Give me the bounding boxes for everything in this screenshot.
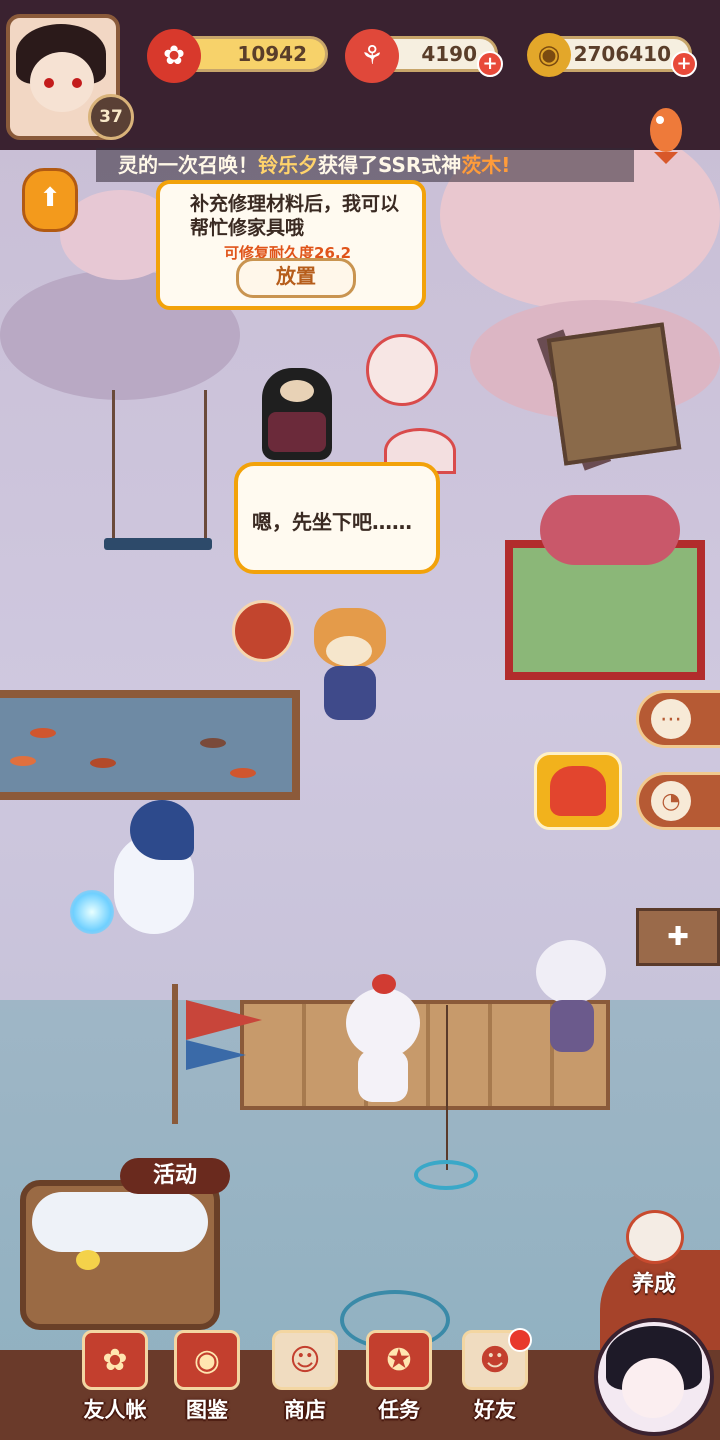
coin-counter[interactable]: ◉ 2706410 + <box>527 33 697 77</box>
chat-button[interactable]: ⋯ <box>636 690 720 748</box>
avatar-face <box>30 52 94 112</box>
bear-character[interactable] <box>262 368 332 460</box>
koi-fish <box>90 758 116 768</box>
add-magatama-button[interactable]: + <box>477 51 503 77</box>
ghost-character[interactable] <box>536 940 610 1060</box>
onmyoji-portrait[interactable] <box>594 1318 714 1436</box>
lantern-up-icon[interactable]: ⬆ <box>22 168 78 232</box>
ghost-head <box>536 940 606 1004</box>
nav-label: 图鉴 <box>186 1398 228 1422</box>
chicken-body <box>358 1050 408 1102</box>
nav-label: 好友 <box>474 1398 516 1422</box>
spirit-light <box>70 890 114 934</box>
nav-friends[interactable]: ☻ 好友 <box>452 1328 538 1430</box>
develop-mascot-icon <box>626 1210 684 1264</box>
shrine-icon[interactable] <box>366 334 438 406</box>
player-level-badge: 37 <box>88 94 134 140</box>
place-button[interactable]: 放置 <box>236 258 356 298</box>
announcement-banner: 灵的一次召唤！铃乐夕获得了SSR式神茨木! <box>96 148 634 182</box>
nav-label: 商店 <box>284 1398 326 1422</box>
shark-fin <box>130 800 194 860</box>
develop-label[interactable]: 养成 <box>632 1266 676 1298</box>
rubber-duck-icon <box>76 1250 100 1270</box>
target-board[interactable] <box>232 600 294 662</box>
magatama-counter[interactable]: ⚘ 4190 + <box>345 29 503 83</box>
koi-fish <box>200 738 226 748</box>
fishing-character[interactable] <box>346 974 422 1104</box>
announcement-prefix: 灵的一次召唤！ <box>118 153 258 177</box>
task-icon: ✪ <box>366 1330 432 1390</box>
chicken-comb <box>372 974 396 994</box>
magatama-icon: ⚘ <box>345 29 399 83</box>
ghost-body <box>550 1000 594 1052</box>
swing-seat[interactable] <box>104 538 212 550</box>
nav-shop[interactable]: ☺ 商店 <box>262 1330 348 1430</box>
announcement-player: 铃乐夕 <box>258 153 318 177</box>
shark-shikigami[interactable] <box>70 800 220 948</box>
carp-decoration-icon[interactable] <box>644 100 688 164</box>
swing-rope <box>112 390 115 540</box>
avatar-eye <box>72 78 82 88</box>
rice-ball-icon: ◔ <box>651 781 691 821</box>
koi-pond[interactable] <box>0 690 300 800</box>
speech-bubble: 嗯，先坐下吧…… <box>234 462 440 574</box>
notebook-icon: ✿ <box>82 1330 148 1390</box>
lucky-bag-shape <box>550 766 606 816</box>
stamina-counter[interactable]: ✿ 10942 <box>147 29 328 83</box>
koi-fish <box>230 768 256 778</box>
repair-bubble-text: 补充修理材料后，我可以帮忙修家具哦 <box>190 193 400 239</box>
cat-shop-icon: ☺ <box>272 1330 338 1390</box>
add-coins-button[interactable]: + <box>671 51 697 77</box>
shiba-body <box>324 666 376 720</box>
koi-fish <box>30 728 56 738</box>
nav-encyclopedia[interactable]: ◉ 图鉴 <box>164 1330 250 1430</box>
nav-label: 任务 <box>378 1398 420 1422</box>
signpost-icon[interactable]: ✚ <box>636 908 720 966</box>
magatama-value: 4190 <box>421 42 477 66</box>
portrait-face <box>622 1358 684 1418</box>
swing-rope <box>204 390 207 540</box>
shiba-character[interactable] <box>312 608 388 724</box>
carp-flag <box>186 1040 246 1070</box>
coin-value: 2706410 <box>573 42 671 66</box>
announcement-mid: 获得了SSR式神 <box>318 153 462 177</box>
eye-book-icon: ◉ <box>174 1330 240 1390</box>
signboard <box>546 322 682 466</box>
notification-dot <box>508 1328 532 1352</box>
fishing-ripple[interactable] <box>414 1160 478 1190</box>
nav-friend-notebook[interactable]: ✿ 友人帐 <box>72 1330 158 1430</box>
nav-tasks[interactable]: ✪ 任务 <box>356 1330 442 1430</box>
flower-arrangement <box>540 495 680 565</box>
announcement-shikigami: 茨木! <box>461 153 511 177</box>
rice-ball-button[interactable]: ◔ <box>636 772 720 830</box>
hot-spring-tub[interactable] <box>20 1180 220 1330</box>
shiba-muzzle <box>326 636 372 666</box>
avatar-eye <box>44 78 54 88</box>
coin-icon: ◉ <box>527 33 571 77</box>
fishing-line <box>446 1005 448 1170</box>
steam-bubbles <box>32 1192 208 1252</box>
koi-fish <box>10 756 36 766</box>
bear-face <box>280 380 314 402</box>
chicken-head <box>346 988 420 1058</box>
bear-armor <box>268 412 326 452</box>
plum-blossom-icon: ✿ <box>147 29 201 83</box>
lucky-bag-icon[interactable] <box>534 752 622 830</box>
flag-pole <box>172 984 178 1124</box>
nav-label: 友人帐 <box>83 1398 147 1422</box>
speech-bubble-text: 嗯，先坐下吧…… <box>252 510 412 534</box>
event-label[interactable]: 活动 <box>120 1158 230 1194</box>
repair-bubble: 补充修理材料后，我可以帮忙修家具哦 可修复耐久度26.2 放置 <box>156 180 426 310</box>
stamina-value: 10942 <box>237 42 307 66</box>
chat-icon: ⋯ <box>651 699 691 739</box>
